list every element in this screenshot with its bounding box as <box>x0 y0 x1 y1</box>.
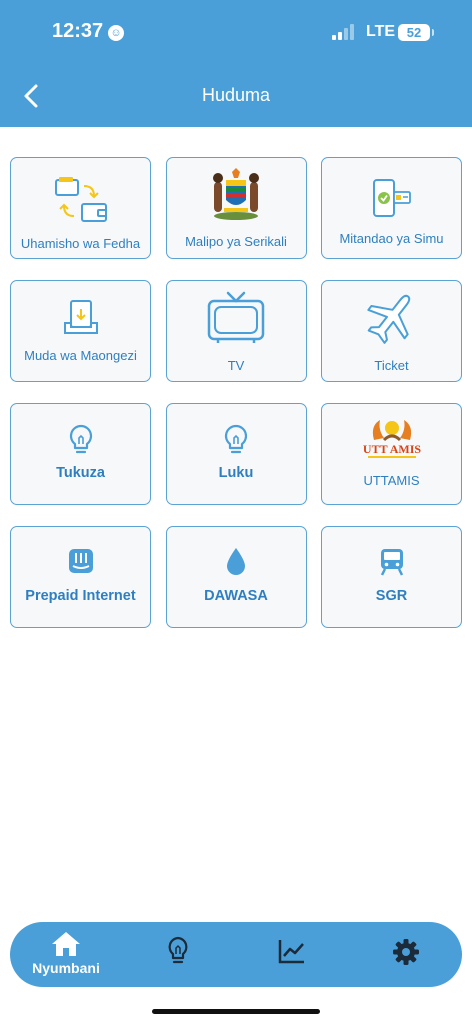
home-icon <box>52 932 80 956</box>
tv-icon <box>206 289 266 345</box>
service-tile-muda-wa-maongezi[interactable]: Muda wa Maongezi <box>10 280 151 382</box>
service-label: Uhamisho wa Fedha <box>20 236 141 251</box>
home-indicator <box>152 1009 320 1014</box>
phone-network-icon <box>372 178 412 220</box>
service-label: TV <box>227 358 245 373</box>
nav-label: Nyumbani <box>32 960 100 976</box>
service-label: DAWASA <box>204 588 268 604</box>
service-label: Mitandao ya Simu <box>339 231 444 246</box>
service-tile-malipo-ya-serikali[interactable]: Malipo ya Serikali <box>165 157 307 259</box>
lightbulb-icon <box>68 424 94 456</box>
battery-level: 52 <box>406 25 422 40</box>
service-label: Tukuza <box>56 465 105 481</box>
coat-of-arms-icon <box>210 166 262 222</box>
service-tile-uttamis[interactable]: UTT AMIS UTTAMIS <box>321 403 462 505</box>
focus-mode-icon: ☺ <box>108 25 124 41</box>
service-label: Ticket <box>374 358 409 373</box>
service-tile-tv[interactable]: TV <box>165 280 307 382</box>
chart-line-icon <box>278 940 304 964</box>
network-type: LTE <box>366 23 396 40</box>
service-label: UTTAMIS <box>363 473 420 488</box>
service-tile-tukuza[interactable]: Tukuza <box>10 403 151 505</box>
router-icon <box>67 547 95 575</box>
service-tile-ticket[interactable]: Ticket <box>321 280 462 382</box>
status-time: 12:37 <box>52 20 104 42</box>
money-transfer-icon <box>52 176 110 226</box>
service-tile-mitandao-ya-simu[interactable]: Mitandao ya Simu <box>321 157 462 259</box>
page-title: Huduma <box>201 85 271 105</box>
lightbulb-icon <box>223 424 249 456</box>
app-header: 12:37 ☺ LTE 52 Huduma <box>0 0 472 127</box>
service-label: Malipo ya Serikali <box>185 234 287 249</box>
service-label: SGR <box>375 588 408 604</box>
nav-item-home[interactable]: Nyumbani <box>16 922 116 987</box>
gear-icon <box>393 939 419 965</box>
service-tile-uhamisho-wa-fedha[interactable]: Uhamisho wa Fedha <box>10 157 151 259</box>
water-drop-icon <box>225 546 247 576</box>
nav-item-stats[interactable] <box>242 922 342 987</box>
service-label: Muda wa Maongezi <box>24 348 137 363</box>
service-tile-prepaid-internet[interactable]: Prepaid Internet <box>10 526 151 628</box>
service-tile-luku[interactable]: Luku <box>165 403 307 505</box>
nav-item-ideas[interactable] <box>128 922 228 987</box>
bottom-nav: Nyumbani <box>10 922 462 987</box>
services-grid: Uhamisho wa Fedha Malipo ya Serikali Mit… <box>10 157 462 628</box>
lightbulb-icon <box>168 936 188 964</box>
service-tile-dawasa[interactable]: DAWASA <box>165 526 307 628</box>
train-icon <box>379 547 405 577</box>
service-label: Prepaid Internet <box>25 588 136 604</box>
signal-strength-icon <box>332 24 356 40</box>
battery-icon: 52 <box>398 24 434 41</box>
service-label: Luku <box>218 465 254 481</box>
service-tile-sgr[interactable]: SGR <box>321 526 462 628</box>
airplane-icon <box>363 289 421 345</box>
nav-item-settings[interactable] <box>356 922 456 987</box>
airtime-icon <box>61 299 101 337</box>
uttamis-logo: UTT AMIS <box>362 416 422 460</box>
uttamis-logo-text: UTT AMIS <box>362 442 420 456</box>
